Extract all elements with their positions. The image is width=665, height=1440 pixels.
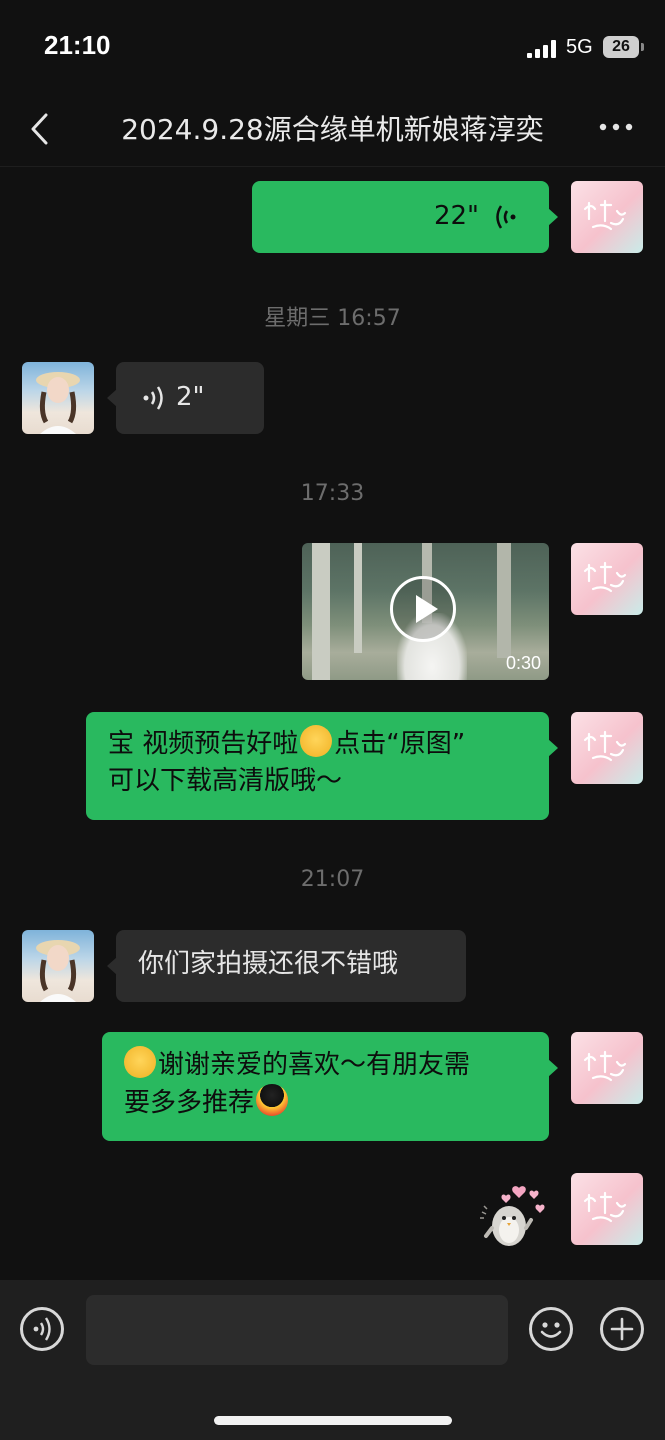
voice-wave-icon xyxy=(33,1317,51,1341)
home-indicator xyxy=(214,1416,452,1425)
contact-avatar[interactable] xyxy=(22,362,94,434)
more-functions-button[interactable] xyxy=(600,1307,644,1351)
self-avatar[interactable] xyxy=(571,1032,643,1104)
signal-icon xyxy=(527,40,559,58)
self-avatar[interactable] xyxy=(571,1173,643,1245)
message-text: 可以下载高清版哦～ xyxy=(108,766,343,796)
chevron-left-icon xyxy=(31,113,48,145)
voice-duration: 2" xyxy=(176,382,205,412)
voice-input-button[interactable] xyxy=(20,1307,64,1351)
video-thumbnail[interactable]: 0:30 xyxy=(302,543,549,680)
self-avatar[interactable] xyxy=(571,181,643,253)
message-line: 谢谢亲爱的喜欢～有朋友需 xyxy=(124,1046,527,1084)
status-time: 21:10 xyxy=(44,30,111,60)
network-type: 5G xyxy=(566,36,593,58)
emoji-smirk-icon xyxy=(300,725,333,757)
battery-icon: 26 xyxy=(603,36,639,58)
play-icon[interactable] xyxy=(390,576,456,642)
voice-wave-icon xyxy=(143,386,163,410)
message-text: 点击“原图” xyxy=(334,729,466,759)
timestamp: 17:33 xyxy=(300,481,365,506)
text-message-bubble[interactable]: 你们家拍摄还很不错哦 xyxy=(107,930,466,1002)
voice-message-bubble[interactable]: 2" xyxy=(107,362,264,434)
battery-tip xyxy=(641,43,644,51)
video-duration: 0:30 xyxy=(505,653,541,673)
message-text: 要多多推荐 xyxy=(124,1088,255,1118)
self-avatar[interactable] xyxy=(571,543,643,615)
emoji-smile-icon xyxy=(540,1322,562,1338)
message-text: 宝 视频预告好啦 xyxy=(108,729,299,759)
more-button[interactable] xyxy=(596,112,636,142)
chat-title: 2024.9.28源合缘单机新娘蒋淳奕 xyxy=(121,113,544,146)
more-dots-icon xyxy=(599,123,633,131)
sticker[interactable] xyxy=(474,1178,550,1250)
emoji-grin-icon xyxy=(124,1046,156,1078)
voice-duration: 22" xyxy=(433,201,479,231)
timestamp: 星期三 16:57 xyxy=(264,306,401,331)
voice-wave-icon xyxy=(496,205,516,229)
timestamp: 21:07 xyxy=(300,867,365,892)
text-message-bubble[interactable]: 谢谢亲爱的喜欢～有朋友需 要多多推荐 xyxy=(102,1032,558,1141)
emoji-button[interactable] xyxy=(529,1307,573,1351)
voice-message-bubble[interactable]: 22" xyxy=(252,181,558,253)
back-button[interactable] xyxy=(28,112,58,146)
contact-avatar[interactable] xyxy=(22,930,94,1002)
text-message-bubble[interactable]: 宝 视频预告好啦 点击“原图” 可以下载高清版哦～ xyxy=(86,712,558,820)
message-input[interactable] xyxy=(86,1295,508,1365)
plus-circle-icon xyxy=(610,1317,634,1341)
message-line: 要多多推荐 xyxy=(124,1084,527,1122)
penguin-emoji-icon xyxy=(256,1084,289,1116)
self-avatar[interactable] xyxy=(571,712,643,784)
penguin-hearts-sticker-icon xyxy=(480,1186,545,1246)
message-text: 你们家拍摄还很不错哦 xyxy=(138,949,399,979)
message-line: 宝 视频预告好啦 点击“原图” xyxy=(108,725,527,763)
message-text: 谢谢亲爱的喜欢～有朋友需 xyxy=(158,1050,471,1080)
